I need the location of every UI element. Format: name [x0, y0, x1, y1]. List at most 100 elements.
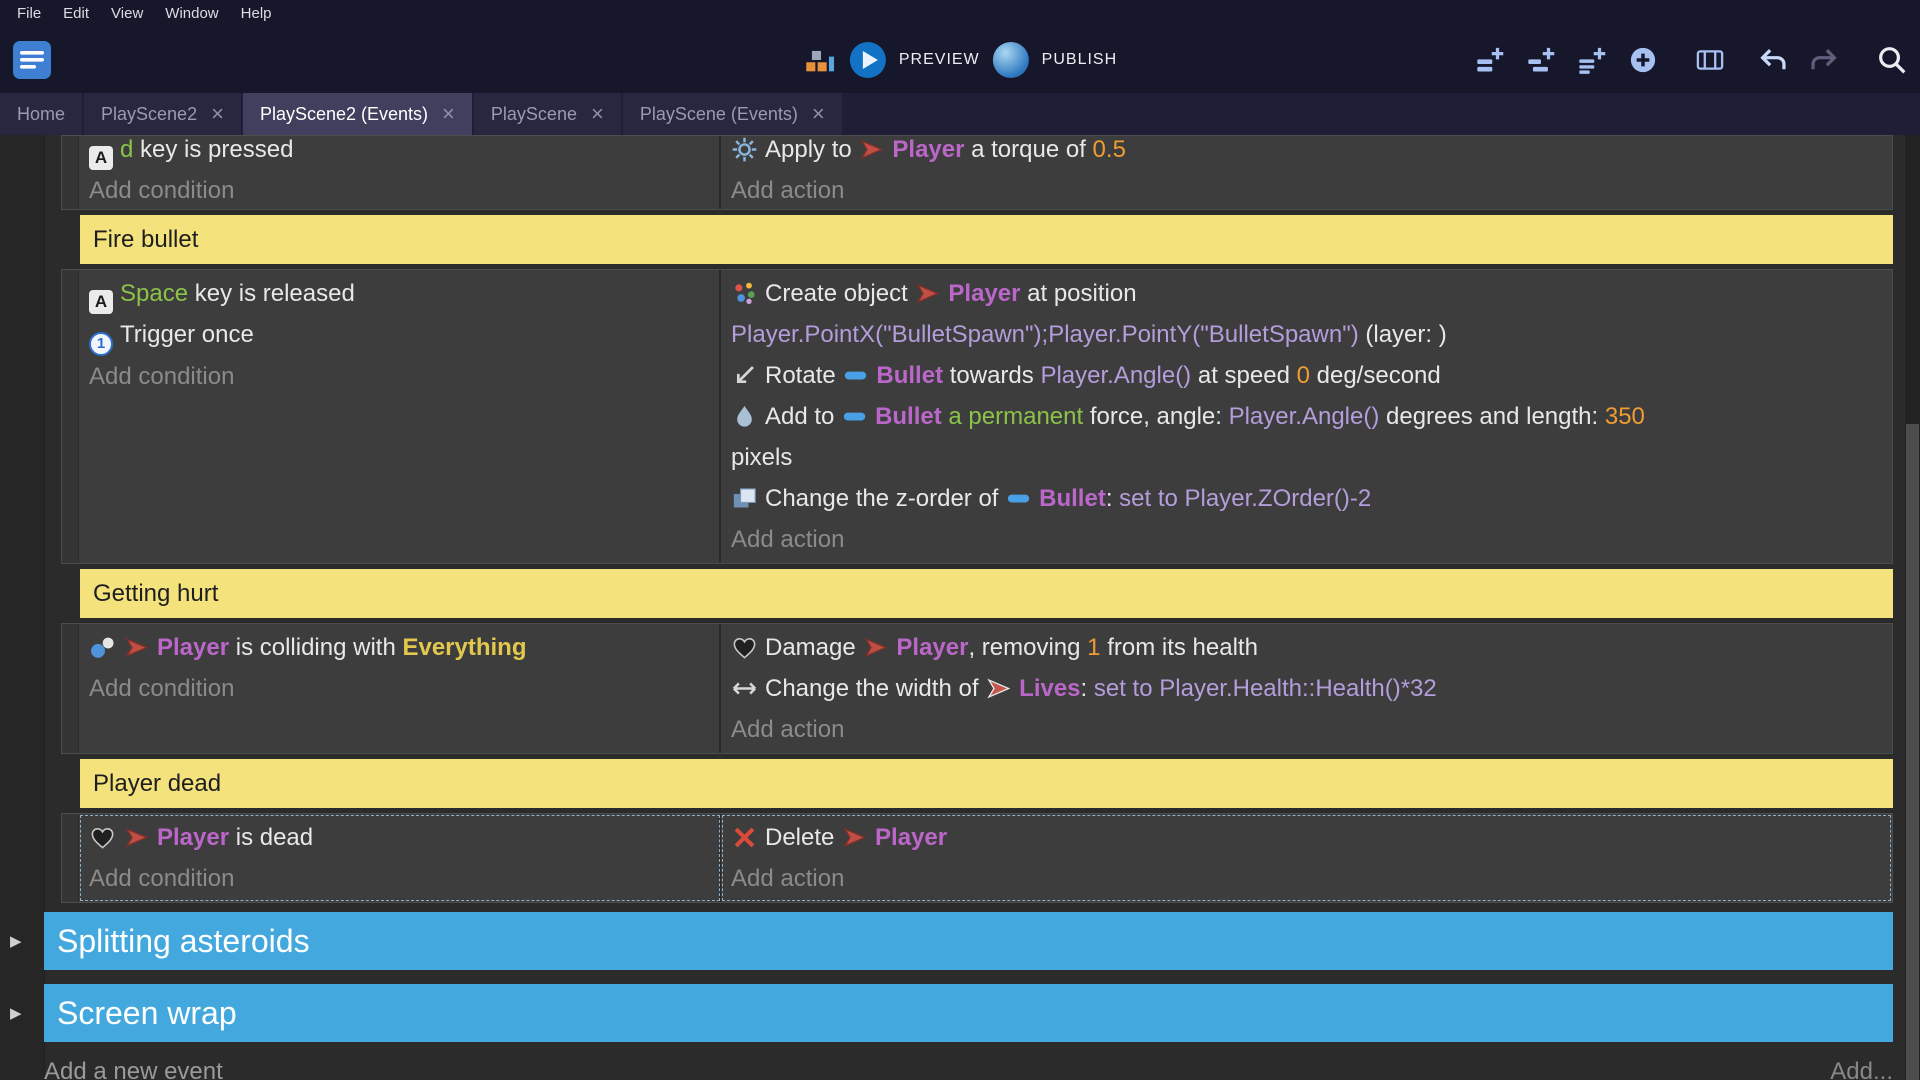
add-comment-button[interactable] — [1577, 45, 1607, 75]
menu-item-file[interactable]: File — [6, 5, 52, 22]
conditions-column: Player is deadAdd condition — [79, 814, 721, 902]
menu-item-help[interactable]: Help — [230, 5, 283, 22]
close-icon[interactable]: × — [812, 103, 825, 125]
text-segment: set to — [1094, 675, 1153, 702]
action-line[interactable]: Rotate Bullet towards Player.Angle() at … — [721, 355, 1892, 396]
text-segment: Damage — [765, 634, 862, 661]
ribbon-button[interactable] — [1695, 45, 1725, 75]
action-line[interactable]: Create object Player at position Player.… — [721, 273, 1892, 355]
menu-bar: FileEditViewWindowHelp — [0, 0, 1920, 27]
text-segment: Change the z-order of — [765, 485, 1005, 512]
action-line[interactable]: Change the width of Lives: set to Player… — [721, 668, 1892, 709]
event-grip[interactable] — [62, 270, 79, 563]
add-condition-button[interactable]: Add condition — [79, 356, 719, 397]
comment-row[interactable]: Getting hurt — [80, 569, 1893, 618]
search-button[interactable] — [1876, 44, 1908, 76]
event-row: Ad key is pressedAdd conditionApply to P… — [61, 135, 1893, 210]
project-manager-button[interactable] — [12, 40, 52, 80]
width-icon — [731, 675, 758, 702]
obj-player-icon — [841, 824, 868, 851]
undo-button[interactable] — [1758, 45, 1788, 75]
comment-row[interactable]: Player dead — [80, 759, 1893, 808]
add-more-button[interactable]: Add... — [1830, 1058, 1893, 1080]
add-circle-button[interactable] — [1628, 45, 1658, 75]
force-icon — [731, 403, 758, 430]
build-icon — [803, 43, 837, 77]
group-bar[interactable]: Splitting asteroids — [44, 912, 1893, 970]
collision-icon — [89, 634, 116, 661]
action-line[interactable]: Apply to Player a torque of 0.5 — [721, 135, 1892, 170]
group-bar[interactable]: Screen wrap — [44, 984, 1893, 1042]
text-segment: Player.Angle() — [1229, 403, 1380, 430]
event-grip[interactable] — [62, 814, 79, 902]
comment-row[interactable]: Fire bullet — [80, 215, 1893, 264]
menu-item-edit[interactable]: Edit — [52, 5, 100, 22]
preview-label[interactable]: PREVIEW — [899, 51, 980, 69]
toolbar-center: PREVIEW PUBLISH — [803, 27, 1117, 93]
text-segment: Change the width of — [765, 675, 985, 702]
tab-playscene-events[interactable]: PlayScene (Events) × — [623, 93, 842, 135]
close-icon[interactable]: × — [442, 103, 455, 125]
add-action-button[interactable]: Add action — [721, 709, 1892, 750]
add-condition-button[interactable]: Add condition — [79, 668, 719, 709]
action-line[interactable]: Delete Player — [721, 817, 1892, 858]
collapse-arrow-icon[interactable]: ▶ — [10, 932, 22, 950]
publish-label[interactable]: PUBLISH — [1042, 51, 1117, 69]
menu-item-view[interactable]: View — [100, 5, 154, 22]
condition-line[interactable]: ASpace key is released — [79, 273, 719, 314]
add-new-event-button[interactable]: Add a new event — [44, 1058, 223, 1080]
trigger-once-icon: 1 — [89, 332, 113, 356]
action-line[interactable]: Add to Bullet a permanent force, angle: … — [721, 396, 1892, 478]
add-action-button[interactable]: Add action — [721, 519, 1892, 560]
tab-label: PlayScene (Events) — [640, 104, 798, 125]
tab-home[interactable]: Home — [0, 93, 82, 135]
text-segment: Everything — [402, 634, 526, 661]
menu-item-window[interactable]: Window — [154, 5, 229, 22]
text-segment: 350 — [1605, 403, 1645, 430]
close-icon[interactable]: × — [591, 103, 604, 125]
add-event-button[interactable] — [1475, 45, 1505, 75]
add-action-button[interactable]: Add action — [721, 170, 1892, 210]
preview-button[interactable] — [850, 42, 886, 78]
group-title: Screen wrap — [57, 995, 237, 1032]
redo-button[interactable] — [1809, 45, 1839, 75]
event-row: Player is deadAdd conditionDelete Player… — [61, 813, 1893, 903]
comment-text: Fire bullet — [93, 226, 198, 254]
obj-bullet-icon — [842, 362, 869, 389]
conditions-column: ASpace key is released1Trigger onceAdd c… — [79, 270, 721, 563]
add-subevent-button[interactable] — [1526, 45, 1556, 75]
text-segment: 1 — [1087, 634, 1100, 661]
event-grip[interactable] — [62, 136, 79, 209]
collapse-arrow-icon[interactable]: ▶ — [10, 1004, 22, 1022]
tab-playscene2-events[interactable]: PlayScene2 (Events)× — [243, 93, 472, 135]
obj-bullet-icon — [841, 403, 868, 430]
heart-icon — [731, 634, 758, 661]
event-grip[interactable] — [62, 624, 79, 753]
actions-column: Apply to Player a torque of 0.5Add actio… — [721, 135, 1892, 209]
redo-icon — [1809, 45, 1839, 75]
close-icon[interactable]: × — [211, 103, 224, 125]
add-action-button[interactable]: Add action — [721, 858, 1892, 899]
add-event-icon — [1475, 45, 1505, 75]
action-line[interactable]: Change the z-order of Bullet: set to Pla… — [721, 478, 1892, 519]
scrollbar-thumb[interactable] — [1906, 424, 1919, 1080]
condition-line[interactable]: Ad key is pressed — [79, 135, 719, 170]
tab-playscene2[interactable]: PlayScene2× — [84, 93, 241, 135]
add-condition-button[interactable]: Add condition — [79, 858, 719, 899]
text-segment: Player — [948, 280, 1020, 307]
condition-line[interactable]: 1Trigger once — [79, 314, 719, 356]
publish-button[interactable] — [993, 42, 1029, 78]
add-condition-button[interactable]: Add condition — [79, 170, 719, 210]
text-segment: , removing — [968, 634, 1087, 661]
text-segment: from its health — [1101, 634, 1258, 661]
text-segment: Player — [157, 634, 229, 661]
scrollbar-track[interactable] — [1905, 135, 1920, 1080]
text-segment: Delete — [765, 824, 841, 851]
action-line[interactable]: Damage Player, removing 1 from its healt… — [721, 627, 1892, 668]
group-row: ▶ Screen wrap — [0, 984, 1893, 1042]
condition-line[interactable]: Player is colliding with Everything — [79, 627, 719, 668]
tab-playscene[interactable]: PlayScene× — [474, 93, 621, 135]
condition-line[interactable]: Player is dead — [79, 817, 719, 858]
text-segment: pixels — [731, 444, 792, 471]
heart-icon — [89, 824, 116, 851]
